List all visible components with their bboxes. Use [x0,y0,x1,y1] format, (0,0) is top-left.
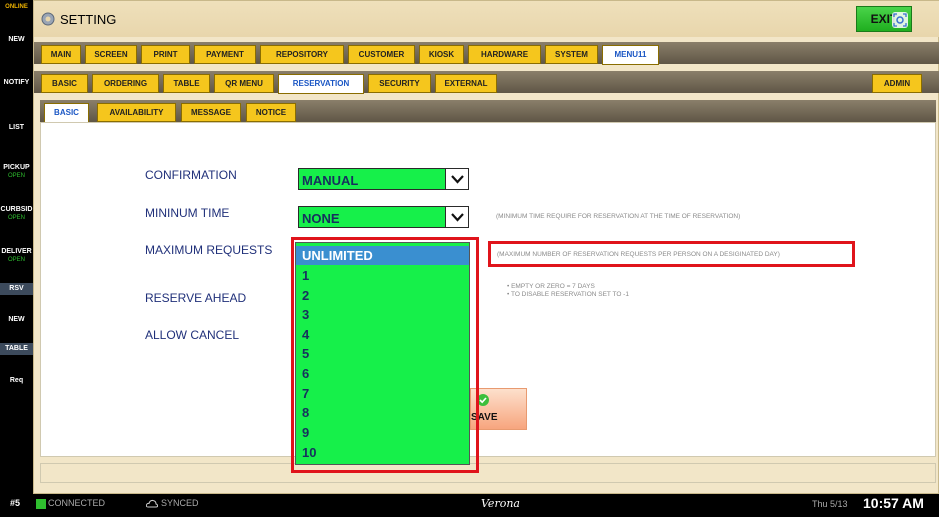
sidebar-item-pickup[interactable]: PICKUP OPEN [0,164,33,180]
bottom-bar [40,463,936,483]
chevron-down-icon[interactable] [445,169,468,189]
connection-status: CONNECTED [48,498,106,508]
tab-qr-menu[interactable]: QR MENU [214,74,274,93]
reserve-ahead-label: RESERVE AHEAD [145,291,247,305]
tab-message[interactable]: MESSAGE [181,103,241,122]
sidebar-item-rsv[interactable]: RSV [0,283,33,295]
min-time-note: (MINIMUM TIME REQUIRE FOR RESERVATION AT… [496,213,741,220]
tab-system[interactable]: SYSTEM [545,45,598,64]
tab-security[interactable]: SECURITY [368,74,431,93]
station-number: #5 [10,498,21,508]
sidebar-item-new-2[interactable]: NEW [0,316,33,324]
tab-kiosk[interactable]: KIOSK [419,45,464,64]
main-tab-bar: MAIN SCREEN PRINT PAYMENT REPOSITORY CUS… [34,42,939,65]
confirmation-value: MANUAL [302,173,359,188]
time-display: 10:57 AM [863,495,924,511]
admin-button[interactable]: ADMIN [872,74,922,93]
sub-tab-bar: BASIC ORDERING TABLE QR MENU RESERVATION… [34,71,939,94]
tab-availability[interactable]: AVAILABILITY [97,103,176,122]
chevron-down-icon[interactable] [445,207,468,227]
tab-payment[interactable]: PAYMENT [194,45,256,64]
tab-basic[interactable]: BASIC [41,74,88,93]
tab-notice[interactable]: NOTICE [246,103,296,122]
page-title: SETTING [60,12,117,27]
confirmation-label: CONFIRMATION [145,168,237,182]
sidebar-item-req[interactable]: Req [0,377,33,385]
allow-cancel-label: ALLOW CANCEL [145,328,240,342]
tab-customer[interactable]: CUSTOMER [348,45,415,64]
tab-table[interactable]: TABLE [163,74,210,93]
sync-status: SYNCED [161,498,199,508]
gear-icon [41,12,55,26]
min-time-value: NONE [302,211,340,226]
title-bar: SETTING EXIT [34,1,939,37]
left-sidebar: ONLINE NEW NOTIFY LIST PICKUP OPEN CURBSI… [0,0,33,517]
tab-screen[interactable]: SCREEN [85,45,137,64]
tab-main[interactable]: MAIN [41,45,81,64]
status-bar: #5 CONNECTED SYNCED Verona Thu 5/13 10:5… [0,494,939,517]
section-tab-bar: BASIC AVAILABILITY MESSAGE NOTICE [40,100,936,123]
tab-print[interactable]: PRINT [141,45,190,64]
online-indicator: ONLINE [5,4,28,10]
min-time-label: MININUM TIME [145,206,230,220]
tab-repository[interactable]: REPOSITORY [260,45,344,64]
reserve-ahead-note-2: • TO DISABLE RESERVATION SET TO -1 [507,291,629,298]
tab-basic-section[interactable]: BASIC [44,103,89,123]
sidebar-item-notify[interactable]: NOTIFY [0,79,33,87]
app-window: ONLINE NEW NOTIFY LIST PICKUP OPEN CURBSI… [0,0,939,517]
max-requests-label: MAXIMUM REQUESTS [145,243,273,257]
reserve-ahead-note-1: • EMPTY OR ZERO = 7 DAYS [507,283,595,290]
location-name: Verona [481,497,520,510]
tab-menu11[interactable]: MENU11 [602,45,659,65]
tab-reservation[interactable]: RESERVATION [278,74,364,94]
date-display: Thu 5/13 [812,499,848,509]
highlight-box-note [488,241,855,267]
cloud-icon [146,499,158,508]
tab-external[interactable]: EXTERNAL [435,74,497,93]
confirmation-select[interactable]: MANUAL [298,168,469,190]
min-time-select[interactable]: NONE [298,206,469,228]
exit-button[interactable]: EXIT [856,6,912,32]
tab-hardware[interactable]: HARDWARE [468,45,541,64]
highlight-box-dropdown [291,237,479,473]
screenshot-icon [892,12,908,28]
connected-icon [36,499,46,509]
sidebar-item-new[interactable]: NEW [0,36,33,44]
sidebar-item-table[interactable]: TABLE [0,343,33,355]
sidebar-item-curbside[interactable]: CURBSID OPEN [0,206,33,222]
sidebar-item-delivery[interactable]: DELIVER OPEN [0,248,33,264]
sidebar-item-list[interactable]: LIST [0,124,33,132]
tab-ordering[interactable]: ORDERING [92,74,159,93]
